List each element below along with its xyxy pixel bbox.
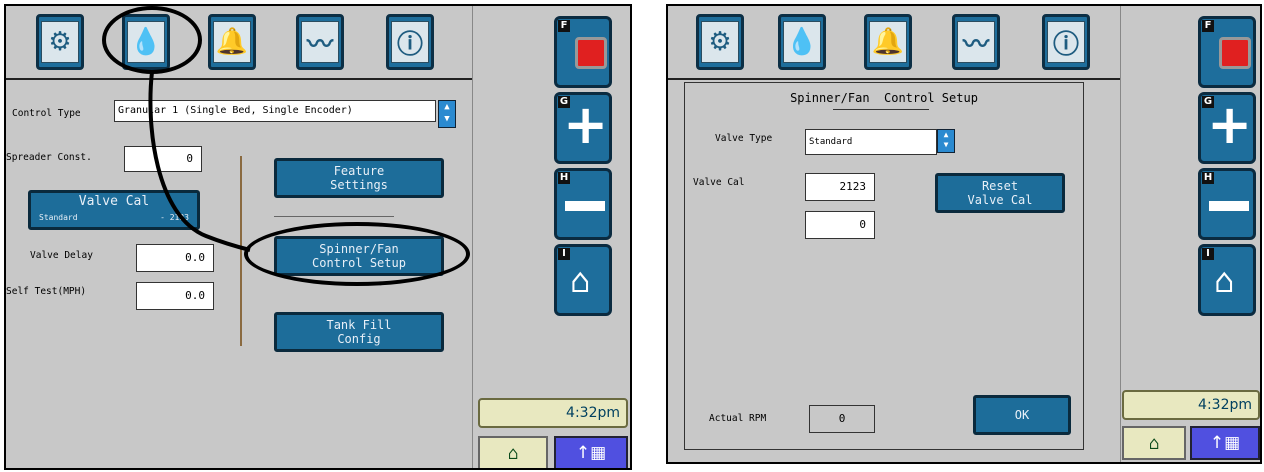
info-icon: ⓘ (1047, 21, 1085, 63)
tab-chart-2[interactable]: 〰 (952, 14, 1000, 70)
home-mini-button-2[interactable]: ⌂ (1122, 426, 1186, 460)
feature-settings-line2: Settings (330, 178, 388, 192)
softkey-f-master[interactable]: F (554, 16, 612, 88)
machine-config-icon: ⚙ (41, 21, 79, 63)
reset-line1: Reset (981, 179, 1019, 193)
horizontal-divider (274, 216, 394, 217)
actual-rpm-field: 0 (809, 405, 875, 433)
tab-bar-2: ⚙ 💧 🔔 〰 ⓘ (668, 6, 1120, 80)
master-switch-icon (1219, 37, 1251, 69)
minus-icon (1209, 201, 1249, 211)
valve-cal-label: Valve Cal (693, 177, 745, 188)
plus-icon: + (1207, 93, 1253, 156)
self-test-field[interactable]: 0.0 (136, 282, 214, 310)
menu-grid-icon: ↑▦ (575, 443, 607, 463)
control-type-spinner[interactable]: ▲ ▼ (438, 100, 456, 128)
tab-chart[interactable]: 〰 (296, 14, 344, 70)
home-mini-button[interactable]: ⌂ (478, 436, 548, 468)
menu-mini-button-2[interactable]: ↑▦ (1190, 426, 1260, 460)
valve-type-select[interactable]: Standard (805, 129, 937, 155)
machine-config-icon: ⚙ (701, 21, 739, 63)
tab-alarms-2[interactable]: 🔔 (864, 14, 912, 70)
reset-valve-cal-button[interactable]: Reset Valve Cal (935, 173, 1065, 213)
clock-display: 4:32pm (478, 398, 628, 428)
softkey-g-plus[interactable]: G + (554, 92, 612, 164)
softkey-h-label: H (558, 172, 570, 184)
softkey-h-label-2: H (1202, 172, 1214, 184)
tank-fill-line2: Config (337, 332, 381, 346)
minus-icon (565, 201, 605, 211)
menu-mini-button[interactable]: ↑▦ (554, 436, 628, 468)
softkey-i-home-2[interactable]: I ⌂ (1198, 244, 1256, 316)
right-screen: ⚙ 💧 🔔 〰 ⓘ Spinner/Fan Control Setup Valv… (666, 4, 1262, 464)
valve-cal-sub-left: Standard (39, 213, 78, 222)
home-icon: ⌂ (570, 261, 591, 301)
tab-machine-config[interactable]: ⚙ (36, 14, 84, 70)
self-test-label: Self Test(MPH) (6, 286, 87, 297)
second-value-field[interactable]: 0 (805, 211, 875, 239)
content-divider (472, 6, 473, 468)
control-type-select[interactable]: Granular 1 (Single Bed, Single Encoder) (114, 100, 436, 122)
actual-rpm-label: Actual RPM (709, 413, 767, 424)
softkey-h-minus-2[interactable]: H (1198, 168, 1256, 240)
menu-grid-icon: ↑▦ (1209, 433, 1241, 453)
softkey-h-minus[interactable]: H (554, 168, 612, 240)
home-icon: ⌂ (1214, 261, 1235, 301)
vertical-divider (240, 156, 242, 346)
valve-cal-field[interactable]: 2123 (805, 173, 875, 201)
tab-product-control-2[interactable]: 💧 (778, 14, 826, 70)
left-screen: ⚙ 💧 🔔 〰 ⓘ Control Type Granular 1 (Singl… (4, 4, 632, 470)
softkey-i-label: I (558, 248, 570, 260)
ok-label: OK (1014, 408, 1030, 422)
softkey-f-label-2: F (1202, 20, 1214, 32)
valve-cal-title: Valve Cal (78, 194, 150, 209)
home-mini-icon: ⌂ (507, 442, 519, 464)
reset-line2: Valve Cal (967, 193, 1033, 207)
control-type-label: Control Type (12, 108, 81, 119)
chart-icon: 〰 (301, 21, 339, 63)
tab-info[interactable]: ⓘ (386, 14, 434, 70)
product-control-icon: 💧 (783, 21, 821, 63)
spinner-highlight-oval (244, 222, 470, 286)
dialog-panel: Spinner/Fan Control Setup Valve Type Sta… (684, 82, 1084, 450)
feature-settings-line1: Feature (333, 164, 385, 178)
tank-fill-line1: Tank Fill (326, 318, 392, 332)
tab-alarms[interactable]: 🔔 (208, 14, 256, 70)
softkey-i-label-2: I (1202, 248, 1214, 260)
info-icon: ⓘ (391, 21, 429, 63)
valve-delay-label: Valve Delay (30, 250, 93, 261)
tank-fill-button[interactable]: Tank Fill Config (274, 312, 444, 352)
softkey-i-home[interactable]: I ⌂ (554, 244, 612, 316)
tab-info-2[interactable]: ⓘ (1042, 14, 1090, 70)
home-mini-icon: ⌂ (1148, 432, 1160, 454)
dialog-title-underline (833, 109, 929, 110)
tab-bar: ⚙ 💧 🔔 〰 ⓘ (6, 6, 472, 80)
feature-settings-button[interactable]: Feature Settings (274, 158, 444, 198)
valve-type-spinner[interactable]: ▲ ▼ (937, 129, 955, 153)
valve-cal-button[interactable]: Valve Cal Standard - 2123 (28, 190, 200, 230)
valve-type-label: Valve Type (715, 133, 773, 144)
content-divider-2 (1120, 6, 1121, 462)
chart-icon: 〰 (957, 21, 995, 63)
softkey-f-label: F (558, 20, 570, 32)
clock-display-2: 4:32pm (1122, 390, 1260, 420)
alarm-bell-icon: 🔔 (213, 21, 251, 63)
softkey-f-master-2[interactable]: F (1198, 16, 1256, 88)
alarm-bell-icon: 🔔 (869, 21, 907, 63)
spreader-const-label: Spreader Const. (6, 152, 92, 163)
ok-button[interactable]: OK (973, 395, 1071, 435)
softkey-g-plus-2[interactable]: G + (1198, 92, 1256, 164)
plus-icon: + (563, 93, 609, 156)
tab-machine-config-2[interactable]: ⚙ (696, 14, 744, 70)
master-switch-icon (575, 37, 607, 69)
dialog-title: Spinner/Fan Control Setup (790, 91, 978, 105)
tab-highlight-oval (102, 6, 202, 74)
valve-cal-sub-right: - 2123 (160, 213, 189, 222)
valve-delay-field[interactable]: 0.0 (136, 244, 214, 272)
spreader-const-field[interactable]: 0 (124, 146, 202, 172)
valve-cal-subtitle: Standard - 2123 (39, 211, 189, 225)
